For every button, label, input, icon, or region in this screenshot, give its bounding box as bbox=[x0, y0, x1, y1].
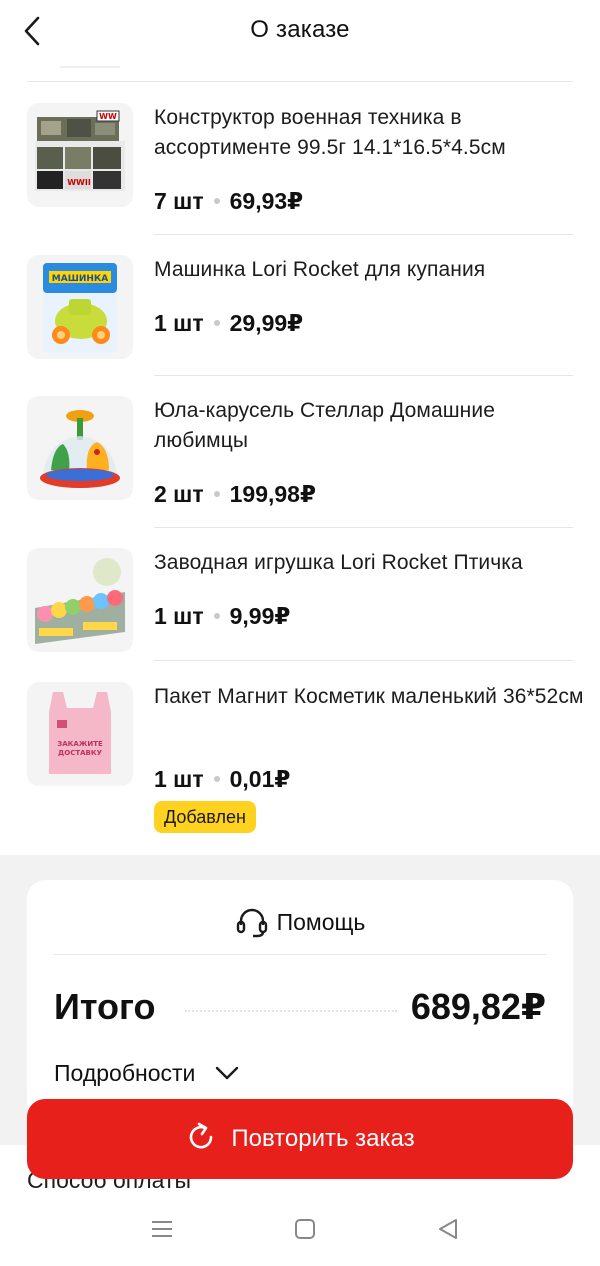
scroll-fade bbox=[60, 66, 120, 68]
system-nav-bar bbox=[0, 1196, 600, 1266]
divider bbox=[53, 954, 547, 955]
product-name: Заводная игрушка Lori Rocket Птичка bbox=[154, 551, 523, 574]
recents-button[interactable] bbox=[144, 1214, 180, 1244]
svg-text:ЗАКАЖИТЕ: ЗАКАЖИТЕ bbox=[57, 740, 103, 748]
svg-text:WW: WW bbox=[99, 112, 117, 121]
product-name: Пакет Магнит Косметик маленький 36*52см bbox=[154, 685, 584, 708]
chevron-down-icon bbox=[215, 1066, 238, 1080]
divider bbox=[154, 527, 573, 528]
product-name: Юла-карусель Стеллар Домашние любимцы bbox=[154, 399, 495, 452]
product-image[interactable]: МАШИНКА bbox=[27, 255, 133, 359]
quantity: 7 шт bbox=[154, 188, 204, 214]
quantity: 2 шт bbox=[154, 481, 204, 507]
qty-price: 1 шт 0,01₽ bbox=[154, 766, 290, 793]
divider bbox=[154, 375, 573, 376]
price: 29,99₽ bbox=[229, 310, 304, 336]
home-button[interactable] bbox=[287, 1214, 323, 1244]
refresh-icon bbox=[190, 1122, 213, 1149]
product-name: Машинка Lori Rocket для купания bbox=[154, 258, 486, 281]
total-value: 689,82₽ bbox=[410, 986, 546, 1027]
product-image[interactable]: WW WWII bbox=[27, 103, 133, 207]
bullet bbox=[213, 319, 220, 326]
product-image[interactable]: ЗАКАЖИТЕ ДОСТАВКУ bbox=[27, 682, 133, 786]
bullet bbox=[213, 197, 220, 204]
page-title: О заказе bbox=[250, 16, 350, 43]
qty-price: 1 шт 9,99₽ bbox=[154, 603, 290, 630]
quantity: 1 шт bbox=[154, 766, 204, 792]
svg-text:МАШИНКА: МАШИНКА bbox=[52, 274, 108, 284]
price: 0,01₽ bbox=[229, 766, 291, 792]
menu-icon bbox=[152, 1221, 172, 1237]
price: 69,93₽ bbox=[229, 188, 304, 214]
divider bbox=[154, 234, 573, 235]
quantity: 1 шт bbox=[154, 310, 204, 336]
headset-icon bbox=[236, 908, 267, 938]
details-label: Подробности bbox=[54, 1060, 196, 1086]
qty-price: 2 шт 199,98₽ bbox=[154, 481, 316, 508]
qty-price: 7 шт 69,93₽ bbox=[154, 188, 303, 215]
svg-text:WWII: WWII bbox=[67, 178, 91, 187]
dotted-leader bbox=[185, 1010, 397, 1012]
bullet bbox=[213, 775, 220, 782]
details-toggle[interactable]: Подробности bbox=[54, 1060, 240, 1087]
total-label: Итого bbox=[54, 986, 156, 1027]
added-badge: Добавлен bbox=[154, 801, 256, 833]
summary-card: Помощь Итого 689,82₽ Подробности bbox=[27, 880, 573, 1120]
price: 9,99₽ bbox=[229, 603, 291, 629]
top-bar: О заказе bbox=[0, 0, 600, 64]
qty-price: 1 шт 29,99₽ bbox=[154, 310, 303, 337]
repeat-order-button[interactable]: Повторить заказ bbox=[27, 1099, 573, 1179]
product-image[interactable] bbox=[27, 396, 133, 500]
repeat-order-label: Повторить заказ bbox=[231, 1125, 415, 1152]
quantity: 1 шт bbox=[154, 603, 204, 629]
bullet bbox=[213, 612, 220, 619]
square-icon bbox=[295, 1219, 315, 1239]
svg-text:ДОСТАВКУ: ДОСТАВКУ bbox=[58, 749, 103, 757]
bullet bbox=[213, 490, 220, 497]
product-name: Конструктор военная техника в ассортимен… bbox=[154, 106, 506, 159]
help-button[interactable]: Помощь bbox=[27, 902, 573, 942]
price: 199,98₽ bbox=[229, 481, 316, 507]
back-nav-button[interactable] bbox=[430, 1214, 466, 1244]
divider bbox=[27, 81, 573, 82]
product-image[interactable] bbox=[27, 548, 133, 652]
help-label: Помощь bbox=[276, 909, 366, 935]
triangle-back-icon bbox=[439, 1219, 457, 1239]
divider bbox=[154, 660, 573, 661]
